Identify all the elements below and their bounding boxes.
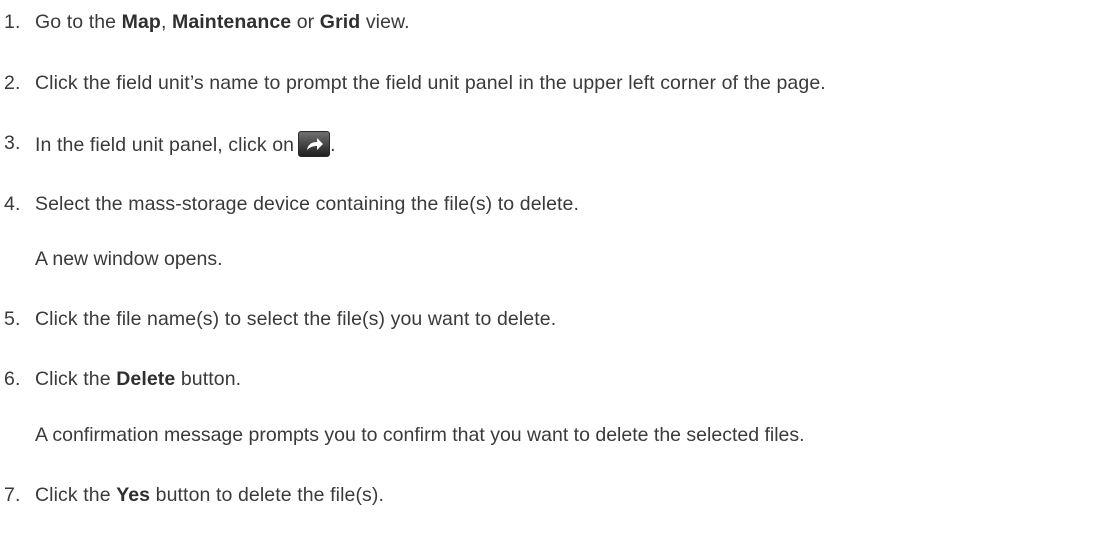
step-number: 4. [4, 193, 21, 215]
step-text: Click the Yes button to delete the file(… [35, 484, 385, 506]
yes-button-label: Yes [116, 484, 151, 506]
step-number: 7. [4, 484, 21, 506]
step-number: 3. [4, 132, 21, 154]
step-6-note: A confirmation message prompts you to co… [35, 424, 805, 446]
step-text: Click the file name(s) to select the fil… [35, 308, 557, 330]
step-text: Click the Delete button. [35, 368, 242, 390]
delete-button-label: Delete [116, 368, 176, 390]
step-text: Select the mass-storage device containin… [35, 193, 580, 215]
step-number: 1. [4, 11, 21, 33]
step-text: Click the field unit’s name to prompt th… [35, 72, 826, 94]
step-text: Go to the Map, Maintenance or Grid view. [35, 11, 410, 33]
step-number: 2. [4, 72, 21, 94]
step-number: 5. [4, 308, 21, 330]
step-4-note: A new window opens. [35, 248, 223, 270]
step-text: In the field unit panel, click on. [35, 131, 336, 157]
maintenance-view-label: Maintenance [172, 11, 292, 33]
step-number: 6. [4, 368, 21, 390]
map-view-label: Map [121, 11, 161, 33]
procedure-steps: 1. Go to the Map, Maintenance or Grid vi… [0, 0, 1118, 541]
grid-view-label: Grid [319, 11, 361, 33]
forward-arrow-icon [298, 131, 331, 157]
